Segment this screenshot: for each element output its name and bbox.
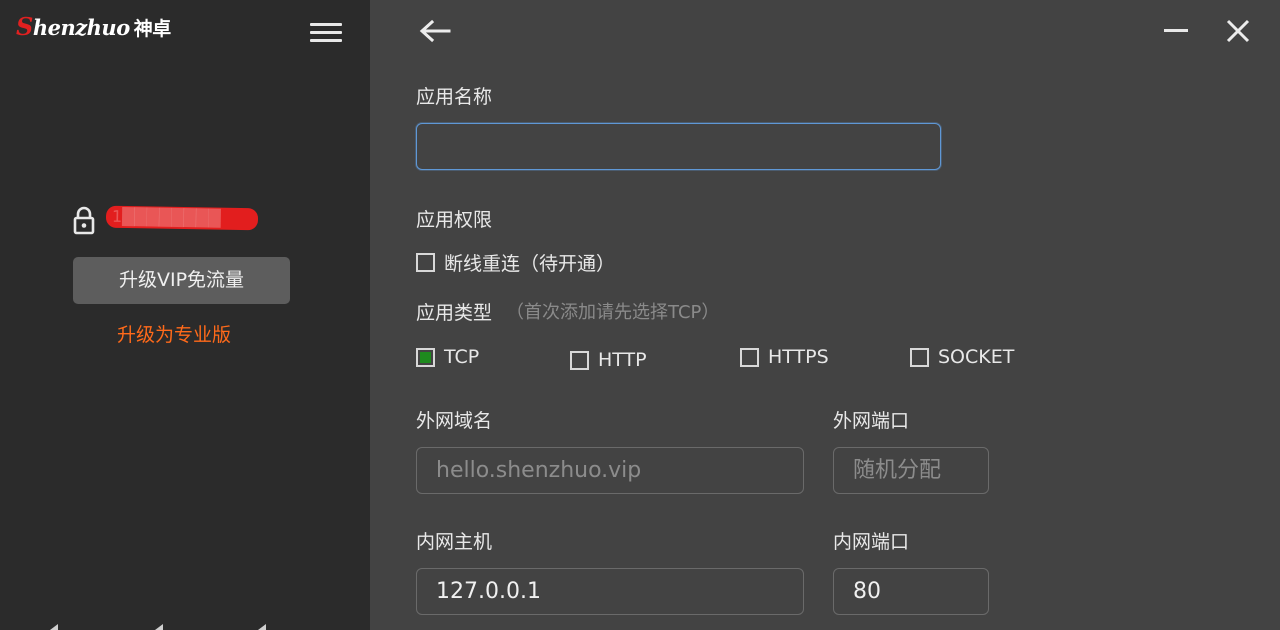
app-type-label: 应用类型 (416, 302, 493, 324)
external-port-input[interactable] (833, 447, 989, 494)
reconnect-label: 断线重连（待开通） (444, 253, 616, 275)
close-icon[interactable] (1224, 17, 1252, 45)
internal-port-input[interactable] (833, 568, 989, 615)
checkbox-box[interactable] (910, 347, 929, 367)
bottom-nav (0, 618, 370, 630)
external-domain-input[interactable] (416, 447, 804, 494)
lock-icon (73, 206, 95, 235)
checkbox-fill (420, 351, 431, 363)
account-redacted: 1████████ (105, 205, 259, 231)
logo-lead-letter: S (16, 12, 33, 41)
permission-label: 应用权限 (416, 209, 493, 231)
external-port-label: 外网端口 (833, 410, 910, 432)
nav-icon[interactable] (50, 624, 58, 630)
upgrade-vip-button[interactable]: 升级VIP免流量 (73, 257, 290, 304)
logo-cn-text: 神卓 (133, 18, 172, 40)
app-name-label: 应用名称 (416, 86, 493, 108)
type-tcp-checkbox[interactable]: TCP (416, 346, 479, 368)
checkbox-box[interactable] (570, 350, 589, 370)
type-http-checkbox[interactable]: HTTP (570, 349, 647, 371)
type-https-label: HTTPS (768, 346, 829, 368)
internal-host-input[interactable] (416, 568, 804, 615)
app-name-input[interactable] (416, 123, 941, 170)
nav-icon[interactable] (155, 624, 163, 630)
back-arrow-icon[interactable] (418, 17, 452, 45)
external-domain-label: 外网域名 (416, 410, 493, 432)
menu-icon[interactable] (310, 23, 342, 43)
internal-port-label: 内网端口 (833, 531, 910, 553)
type-socket-checkbox[interactable]: SOCKET (910, 346, 1014, 368)
account-text: 1████████ (111, 206, 221, 228)
checkbox-box[interactable] (416, 347, 435, 367)
upgrade-pro-link[interactable]: 升级为专业版 (117, 320, 231, 347)
sidebar: Shenzhuo 神卓 1████████ 升级VIP免流量 升级为专业版 (0, 0, 370, 630)
logo-text: henzhuo (32, 15, 130, 40)
minimize-icon[interactable] (1163, 20, 1189, 40)
type-socket-label: SOCKET (938, 346, 1015, 368)
type-https-checkbox[interactable]: HTTPS (740, 346, 829, 368)
type-http-label: HTTP (598, 349, 647, 371)
checkbox-box[interactable] (740, 347, 759, 367)
app-type-hint: （首次添加请先选择TCP） (506, 302, 720, 323)
internal-host-label: 内网主机 (416, 531, 493, 553)
checkbox-box[interactable] (416, 253, 435, 272)
type-tcp-label: TCP (444, 346, 480, 368)
reconnect-checkbox[interactable]: 断线重连（待开通） (416, 249, 615, 276)
logo: Shenzhuo 神卓 (16, 12, 171, 41)
nav-icon[interactable] (258, 624, 266, 630)
